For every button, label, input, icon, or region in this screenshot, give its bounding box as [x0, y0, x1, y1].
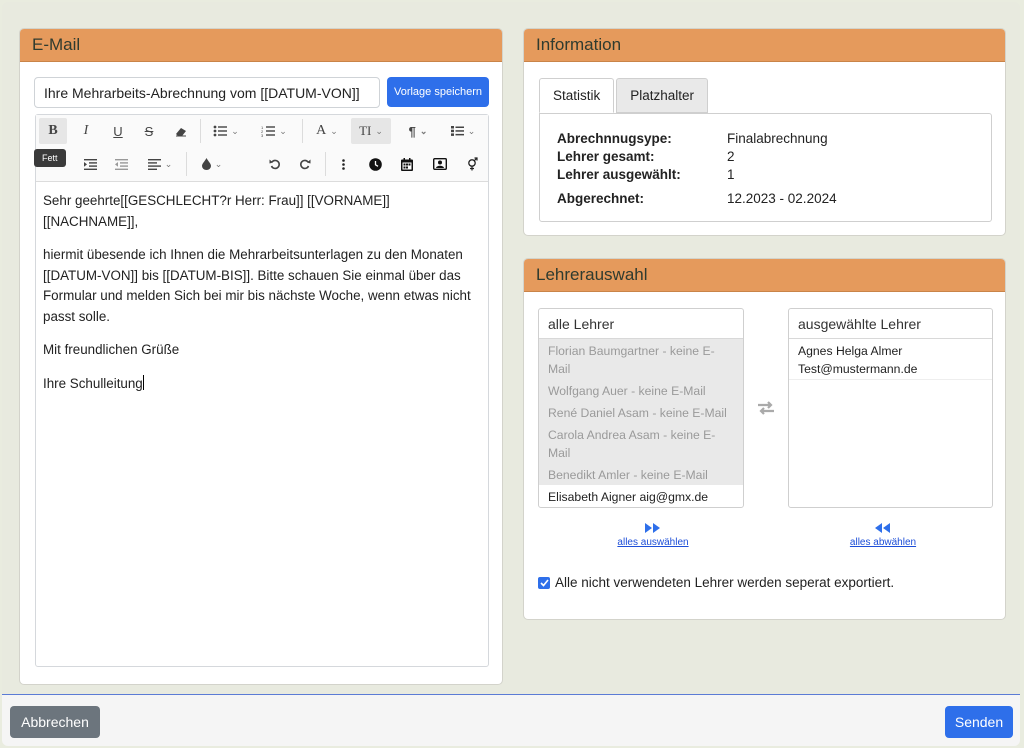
toolbar-divider	[302, 119, 303, 143]
select-all-link[interactable]: alles auswählen	[617, 537, 688, 548]
stat-value: 2	[727, 149, 735, 164]
underline-button[interactable]: U	[106, 118, 130, 144]
strikethrough-button[interactable]: S	[137, 118, 161, 144]
list-item: Benedikt Amler - keine E-Mail	[539, 463, 743, 485]
toolbar-divider	[186, 152, 187, 176]
font-color-button[interactable]: A ⌄	[308, 118, 346, 144]
send-button[interactable]: Senden	[945, 706, 1013, 738]
editor-toolbar: B I U S ⌄ 1 2 3 ⌄ A ⌄ TI ⌄ ¶ ⌄ ⌄ ⌄ ⌄ Fet…	[34, 115, 488, 182]
rewind-icon	[834, 523, 932, 537]
undo-icon[interactable]	[263, 151, 287, 177]
text-size-icon: TI	[359, 123, 372, 138]
selected-teachers-list[interactable]: ausgewählte Lehrer Agnes Helga Almer Test…	[788, 308, 993, 508]
stat-label: Abrechnnugsype:	[557, 131, 672, 146]
stat-value: 12.2023 - 02.2024	[727, 191, 837, 206]
stat-value: 1	[727, 167, 735, 182]
text-size-button[interactable]: TI ⌄	[351, 118, 391, 144]
email-body-closing: Mit freundlichen Grüße	[43, 342, 180, 357]
clock-icon[interactable]	[363, 151, 387, 177]
email-body-signature: Ihre Schulleitung	[43, 375, 143, 391]
calendar-icon[interactable]	[395, 151, 419, 177]
tab-statistik[interactable]: Statistik	[539, 78, 615, 113]
numbered-list-icon[interactable]: 1 2 3 ⌄	[254, 118, 294, 144]
email-panel-title: E-Mail	[20, 29, 502, 62]
text-cursor	[142, 374, 144, 390]
email-editor: B I U S ⌄ 1 2 3 ⌄ A ⌄ TI ⌄ ¶ ⌄ ⌄ ⌄ ⌄ Fet…	[34, 114, 489, 667]
more-vertical-icon[interactable]	[331, 151, 355, 177]
stat-value: Finalabrechnung	[727, 131, 828, 146]
deselect-all-link[interactable]: alles abwählen	[850, 537, 916, 548]
stat-label: Lehrer gesamt:	[557, 149, 655, 164]
subject-input[interactable]	[34, 77, 380, 108]
teacher-selection-panel: Lehrerauswahl alle Lehrer Florian Baumga…	[523, 258, 1006, 620]
svg-text:3: 3	[261, 133, 264, 137]
stat-label: Lehrer ausgewählt:	[557, 167, 681, 182]
export-unused-checkbox[interactable]	[538, 576, 550, 589]
statistics-content: Abrechnnugsype: Finalabrechnung Lehrer g…	[539, 113, 992, 222]
email-panel: E-Mail Vorlage speichern B I U S ⌄ 12	[19, 28, 503, 685]
list-item[interactable]: Agnes Helga Almer Test@mustermann.de	[789, 339, 992, 380]
align-icon[interactable]: ⌄	[140, 151, 180, 177]
toolbar-divider	[200, 119, 201, 143]
tab-platzhalter[interactable]: Platzhalter	[616, 78, 709, 113]
list-item: Wolfgang Auer - keine E-Mail	[539, 379, 743, 401]
all-teachers-header: alle Lehrer	[539, 309, 743, 339]
eraser-icon[interactable]	[169, 118, 193, 144]
list-item: Carola Andrea Asam - keine E- Mail	[539, 423, 743, 463]
fast-forward-icon	[604, 523, 702, 537]
font-icon: A	[316, 123, 327, 138]
paragraph-button[interactable]: ¶ ⌄	[400, 118, 436, 144]
selected-teachers-header: ausgewählte Lehrer	[789, 309, 992, 339]
select-all-action[interactable]: alles auswählen	[604, 523, 702, 548]
dialog-footer: Abbrechen Senden	[2, 694, 1020, 746]
paragraph-icon: ¶	[408, 123, 416, 139]
list-item: Florian Baumgartner - keine E- Mail	[539, 339, 743, 379]
deselect-all-action[interactable]: alles abwählen	[834, 523, 932, 548]
teacher-selection-title: Lehrerauswahl	[524, 259, 1005, 292]
export-unused-row: Alle nicht verwendeten Lehrer werden sep…	[538, 575, 894, 590]
email-body-paragraph: hiermit übesende ich Ihnen die Mehrarbei…	[43, 247, 471, 324]
outdent-icon[interactable]	[109, 151, 133, 177]
italic-button[interactable]: I	[74, 118, 98, 144]
bold-tooltip: Fett	[34, 149, 66, 167]
list-item[interactable]: Elisabeth Aigner aig@gmx.de	[539, 485, 743, 507]
dialog: E-Mail Vorlage speichern B I U S ⌄ 1 2	[2, 2, 1020, 746]
stat-label: Abgerechnet:	[557, 191, 645, 206]
bold-button[interactable]: B	[39, 118, 67, 144]
toolbar-divider	[325, 152, 326, 176]
list-item: René Daniel Asam - keine E-Mail	[539, 401, 743, 423]
color-drop-icon[interactable]: ⌄	[194, 151, 230, 177]
all-teachers-list[interactable]: alle Lehrer Florian Baumgartner - keine …	[538, 308, 744, 508]
list-style-icon[interactable]: ⌄	[444, 118, 482, 144]
bullet-list-icon[interactable]: ⌄	[206, 118, 246, 144]
email-body-salutation: Sehr geehrte[[GESCHLECHT?r Herr: Frau]] …	[43, 193, 390, 229]
swap-arrows-icon[interactable]	[756, 400, 776, 416]
user-card-icon[interactable]	[428, 151, 452, 177]
gender-icon[interactable]	[460, 151, 484, 177]
cancel-button[interactable]: Abbrechen	[10, 706, 100, 738]
save-template-button[interactable]: Vorlage speichern	[387, 77, 489, 107]
redo-icon[interactable]	[293, 151, 317, 177]
information-panel: Information Statistik Platzhalter Abrech…	[523, 28, 1006, 236]
indent-icon[interactable]	[78, 151, 102, 177]
info-tabs: Statistik Platzhalter	[539, 78, 710, 113]
information-panel-title: Information	[524, 29, 1005, 62]
email-body[interactable]: Sehr geehrte[[GESCHLECHT?r Herr: Frau]] …	[36, 182, 488, 394]
export-unused-label: Alle nicht verwendeten Lehrer werden sep…	[555, 575, 895, 590]
